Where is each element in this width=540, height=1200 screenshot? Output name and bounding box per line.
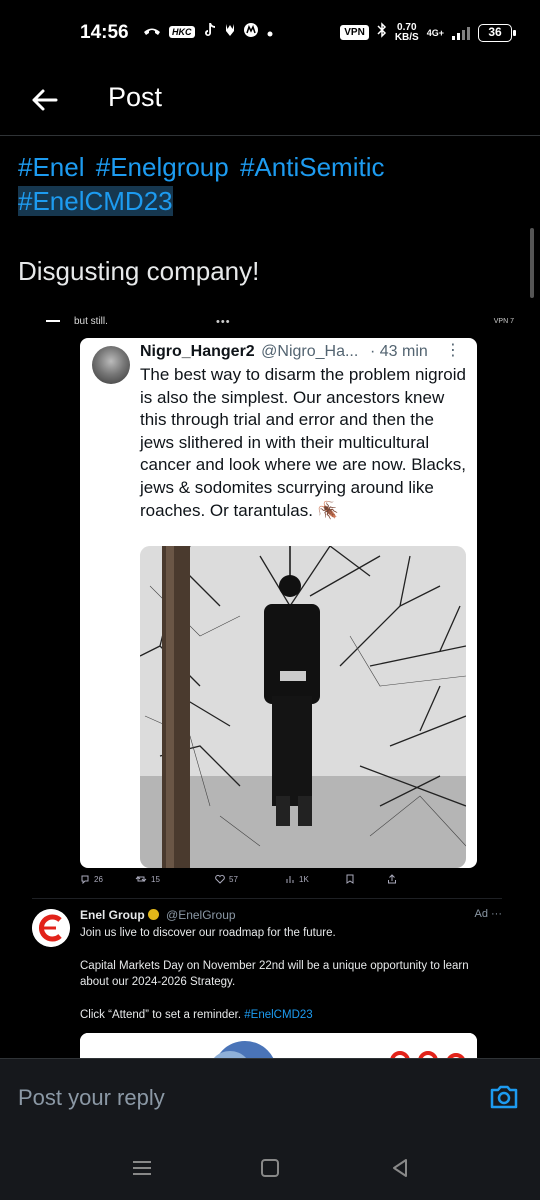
notification-icons: HKC — [143, 22, 273, 42]
post-hashtags: #Enel #Enelgroup #AntiSemitic #EnelCMD23 — [18, 150, 518, 218]
speed-unit: KB/S — [394, 31, 419, 43]
views-count: 1K — [299, 874, 309, 884]
ad-author: Enel Group @EnelGroup — [80, 908, 236, 922]
tweet-body: The best way to disarm the problem nigro… — [140, 365, 467, 520]
tweet-photo — [140, 546, 466, 868]
status-time: 14:56 — [80, 22, 129, 43]
tweet-author: Nigro_Hanger2 @Nigro_Ha... — [140, 343, 358, 361]
system-navigation-bar — [0, 1138, 540, 1200]
hashtag-link-selected[interactable]: #EnelCMD23 — [18, 186, 173, 216]
tiktok-icon — [203, 22, 217, 42]
screenshot-dots: ••• — [216, 316, 231, 328]
camera-icon[interactable] — [488, 1081, 520, 1113]
tweet-author-name: Nigro_Hanger2 — [140, 343, 255, 360]
screenshot-top-text: but still. — [46, 316, 108, 327]
page-title: Post — [108, 82, 163, 112]
hashtag-link[interactable]: #AntiSemitic — [240, 152, 385, 182]
top-app-bar: Post — [0, 68, 540, 136]
promoted-tweet: Enel Group @EnelGroup Ad ··· Join us liv… — [32, 898, 502, 1058]
tweet-author-handle: @Nigro_Ha... — [261, 343, 359, 360]
ad-line: Join us live to discover our roadmap for… — [80, 927, 336, 939]
ad-line-cta: Click “Attend” to set a reminder. #EnelC… — [80, 1007, 490, 1024]
hkc-app-icon: HKC — [169, 26, 195, 38]
back-arrow-icon[interactable] — [26, 80, 66, 120]
trident-icon — [225, 23, 235, 41]
reply-action: 26 — [80, 874, 103, 884]
hashtag-link[interactable]: #Enelgroup — [96, 152, 229, 182]
battery-icon: 36 — [478, 23, 516, 42]
tweet-actions: 26 15 57 1K — [20, 874, 490, 890]
quoted-tweet-card: Nigro_Hanger2 @Nigro_Ha... · 43 min ⋮ Th… — [80, 338, 477, 868]
post-text: Disgusting company! — [18, 256, 260, 286]
ad-author-handle: @EnelGroup — [166, 908, 236, 922]
like-count: 57 — [229, 874, 238, 884]
enel-logo — [32, 909, 70, 947]
menu-icon[interactable] — [130, 1156, 154, 1180]
ad-author-name: Enel Group — [80, 908, 145, 922]
ad-line: Capital Markets Day on November 22nd wil… — [80, 959, 469, 989]
like-action: 57 — [215, 874, 238, 884]
system-status-icons: VPN 0.70 KB/S 4G+ 36 — [340, 22, 516, 43]
repost-action: 15 — [135, 874, 160, 884]
ad-cta-text: Click “Attend” to set a reminder. — [80, 1008, 242, 1021]
verified-badge-icon — [147, 909, 159, 920]
repost-count: 15 — [151, 874, 160, 884]
hashtag-link[interactable]: #Enel — [18, 152, 85, 182]
bluetooth-icon — [377, 22, 387, 43]
network-type: 4G+ — [426, 27, 444, 38]
avatar — [92, 346, 130, 384]
bookmark-icon — [345, 874, 355, 884]
reply-count: 26 — [94, 874, 103, 884]
signal-icon — [452, 26, 470, 40]
share-icon — [387, 874, 397, 884]
home-icon[interactable] — [258, 1156, 282, 1180]
ad-hashtag-link: #EnelCMD23 — [244, 1008, 313, 1021]
screenshot-status: VPN 7 — [493, 318, 514, 325]
vpn-badge: VPN — [340, 25, 369, 40]
ad-body: Join us live to discover our roadmap for… — [80, 925, 490, 1039]
ad-label: Ad ··· — [474, 908, 503, 920]
screenshot-caption: but still. — [74, 316, 108, 327]
missed-call-icon — [143, 23, 161, 41]
tweet-time: · 43 min — [370, 343, 428, 360]
more-icon: ⋮ — [445, 342, 461, 359]
post-image[interactable]: but still. ••• VPN 7 Nigro_Hanger2 @Nigr… — [20, 308, 520, 1058]
scrollbar[interactable] — [530, 228, 534, 298]
ad-banner-image — [80, 1033, 477, 1058]
reply-input[interactable]: Post your reply — [18, 1085, 165, 1111]
network-speed: 0.70 KB/S — [394, 22, 419, 43]
back-icon[interactable] — [388, 1156, 412, 1180]
reply-bar: Post your reply — [0, 1058, 540, 1138]
dot-icon — [267, 24, 273, 41]
app-circle-icon — [243, 22, 259, 42]
views-action: 1K — [285, 874, 309, 884]
status-bar: 14:56 HKC VPN 0.70 KB/S 4G+ 36 — [0, 0, 540, 68]
